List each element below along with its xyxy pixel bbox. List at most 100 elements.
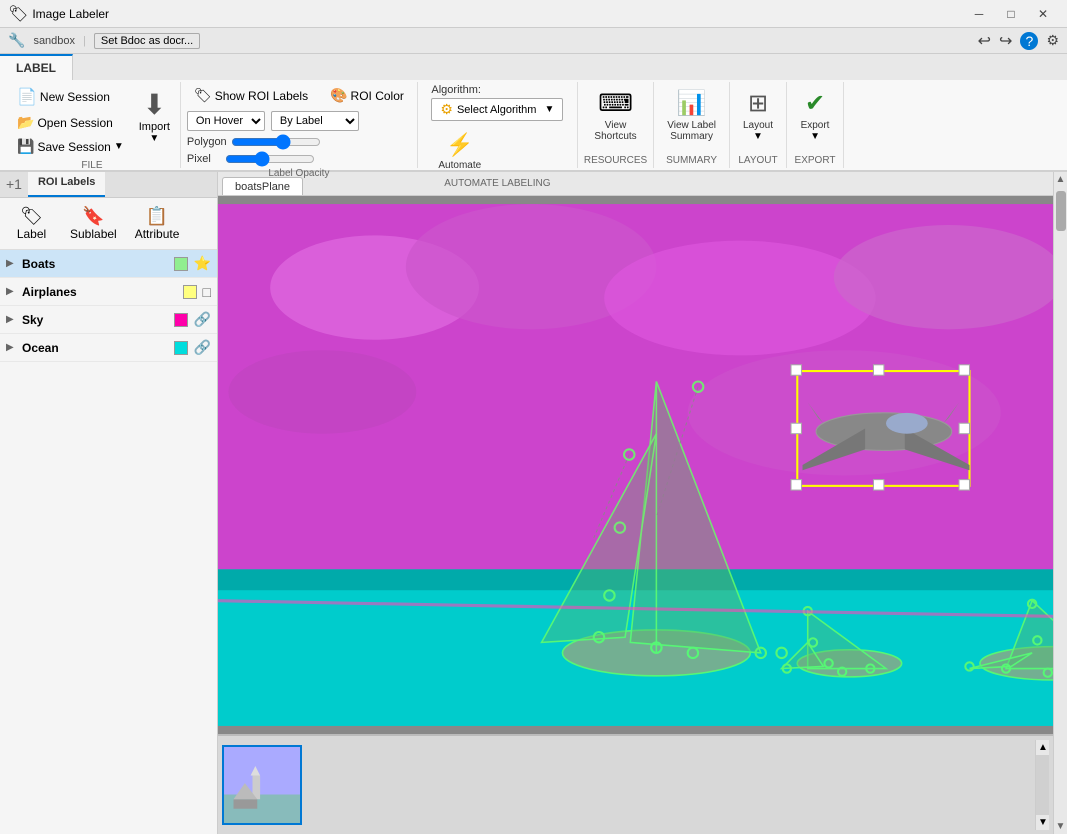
boats-plane-tab[interactable]: boatsPlane (222, 177, 303, 195)
redo-icon[interactable]: ↪ (999, 31, 1012, 51)
label-name: Airplanes (22, 285, 183, 299)
algo-dropdown-icon[interactable]: ▼ (544, 104, 554, 115)
by-label-dropdown[interactable]: By Label By Instance (271, 111, 359, 131)
pixel-label: Pixel (187, 153, 211, 165)
algo-icon: ⚙ (440, 101, 453, 118)
save-dropdown-icon[interactable]: ▼ (114, 141, 124, 152)
thumbnail-strip: ▲ ▼ (218, 734, 1053, 834)
summary-group: 📊 View LabelSummary SUMMARY (654, 82, 730, 168)
label-item[interactable]: ▶ Boats ⭐ (0, 250, 217, 278)
label-icon: □ (203, 284, 211, 300)
automate-group-label: AUTOMATE LABELING (444, 176, 550, 189)
ribbon-tabs: LABEL (0, 54, 1067, 80)
settings-icon[interactable]: ⚙ (1046, 32, 1059, 49)
on-hover-dropdown[interactable]: On Hover Always Never (187, 111, 265, 131)
export-dropdown-icon[interactable]: ▼ (810, 131, 820, 142)
open-session-button[interactable]: 📂 Open Session (10, 111, 131, 134)
bdoc-button[interactable]: Set Bdoc as docr... (94, 33, 200, 49)
roi-buttons: 🏷 Label 🔖 Sublabel 📋 Attribute (0, 198, 217, 250)
algorithm-label: Algorithm: (431, 84, 563, 96)
export-icon: ✔ (805, 89, 825, 118)
sandbox-bar: 🔧 sandbox | Set Bdoc as docr... ↩ ↪ ? ⚙ (0, 28, 1067, 54)
save-session-button[interactable]: 💾 Save Session ▼ (10, 135, 131, 158)
label-color-swatch (174, 313, 188, 327)
open-session-icon: 📂 (17, 114, 34, 131)
pixel-opacity-slider[interactable] (225, 152, 315, 166)
resources-group: ⌨ ViewShortcuts RESOURCES (578, 82, 654, 168)
polygon-label: Polygon (187, 136, 227, 148)
show-roi-labels-button[interactable]: 🏷 Show ROI Labels (187, 84, 315, 107)
label-color-swatch (174, 257, 188, 271)
expand-arrow: ▶ (6, 258, 18, 269)
minimize-button[interactable]: ─ (963, 0, 995, 28)
panel-tabs: +1 ROI Labels (0, 172, 217, 198)
expand-arrow: ▶ (6, 342, 18, 353)
tab-label[interactable]: LABEL (0, 54, 73, 80)
label-item[interactable]: ▶ Airplanes □ (0, 278, 217, 306)
automate-group: Algorithm: ⚙ Select Algorithm ▼ ⚡ Automa… (418, 82, 578, 168)
import-button[interactable]: ⬇ Import ▼ (135, 84, 174, 148)
add-panel-button[interactable]: +1 (0, 172, 28, 197)
sublabel-icon: 🔖 (82, 206, 104, 227)
scroll-up-button[interactable]: ▲ (1054, 172, 1067, 187)
label-item[interactable]: ▶ Sky 🔗 (0, 306, 217, 334)
layout-button[interactable]: ⊞ Layout ▼ (736, 84, 780, 147)
polygon-opacity-slider[interactable] (231, 135, 321, 149)
select-algorithm-button[interactable]: ⚙ Select Algorithm ▼ (431, 98, 563, 121)
expand-arrow: ▶ (6, 286, 18, 297)
layout-dropdown-icon[interactable]: ▼ (753, 131, 763, 142)
layout-icon: ⊞ (748, 89, 768, 118)
view-group: 🏷 Show ROI Labels 🎨 ROI Color On Hover A… (181, 82, 418, 168)
thumbnail-item[interactable] (222, 745, 302, 825)
import-icon: ⬇ (143, 88, 166, 121)
label-name: Ocean (22, 341, 174, 355)
import-dropdown-icon[interactable]: ▼ (149, 133, 159, 144)
file-group-label: FILE (81, 158, 102, 171)
label-icon: 🏷 (20, 206, 43, 227)
view-group-label: Label Opacity (268, 166, 329, 179)
label-color-swatch (183, 285, 197, 299)
new-session-icon: 📄 (17, 87, 37, 107)
label-name: Sky (22, 313, 174, 327)
attribute-icon: 📋 (146, 206, 168, 227)
sublabel-button[interactable]: 🔖 Sublabel (63, 202, 124, 245)
view-label-summary-button[interactable]: 📊 View LabelSummary (660, 84, 723, 147)
roi-labels-tab[interactable]: ROI Labels (28, 172, 105, 197)
main-area: +1 ROI Labels 🏷 Label 🔖 Sublabel 📋 Attri… (0, 172, 1067, 834)
export-group: ✔ Export ▼ EXPORT (787, 82, 844, 168)
titlebar: 🏷 Image Labeler ─ □ ✕ (0, 0, 1067, 28)
summary-group-label: SUMMARY (666, 153, 717, 166)
resources-group-label: RESOURCES (584, 153, 647, 166)
layout-group: ⊞ Layout ▼ LAYOUT (730, 82, 787, 168)
right-scrollbar: ▲ ▼ (1053, 172, 1067, 834)
label-icon: 🔗 (194, 339, 211, 356)
export-button[interactable]: ✔ Export ▼ (793, 84, 837, 147)
thumb-scroll-down[interactable]: ▼ (1036, 815, 1049, 830)
label-icon: 🔗 (194, 311, 211, 328)
roi-color-icon: 🎨 (330, 87, 347, 104)
attribute-button[interactable]: 📋 Attribute (128, 202, 187, 245)
undo-icon[interactable]: ↩ (978, 31, 991, 51)
left-panel: +1 ROI Labels 🏷 Label 🔖 Sublabel 📋 Attri… (0, 172, 218, 834)
label-button[interactable]: 🏷 Label (4, 202, 59, 245)
label-item[interactable]: ▶ Ocean 🔗 (0, 334, 217, 362)
automate-icon: ⚡ (446, 132, 473, 158)
maximize-button[interactable]: □ (995, 0, 1027, 28)
layout-group-label: LAYOUT (738, 153, 777, 166)
close-button[interactable]: ✕ (1027, 0, 1059, 28)
canvas-area[interactable] (218, 196, 1053, 734)
view-shortcuts-button[interactable]: ⌨ ViewShortcuts (587, 84, 643, 147)
label-list: ▶ Boats ⭐ ▶ Airplanes □ ▶ Sky 🔗 ▶ Ocean … (0, 250, 217, 834)
new-session-button[interactable]: 📄 New Session (10, 84, 131, 110)
content-area: boatsPlane (218, 172, 1053, 834)
roi-color-button[interactable]: 🎨 ROI Color (323, 84, 411, 107)
thumb-scroll-up[interactable]: ▲ (1036, 740, 1049, 755)
scroll-thumb[interactable] (1056, 191, 1066, 231)
app-icon: 🏷 (8, 4, 28, 24)
automate-button[interactable]: ⚡ Automate (431, 127, 488, 176)
image-canvas (218, 196, 1053, 734)
help-icon[interactable]: ? (1020, 32, 1038, 50)
content-tabs: boatsPlane (218, 172, 1053, 196)
label-name: Boats (22, 257, 174, 271)
save-session-icon: 💾 (17, 138, 34, 155)
